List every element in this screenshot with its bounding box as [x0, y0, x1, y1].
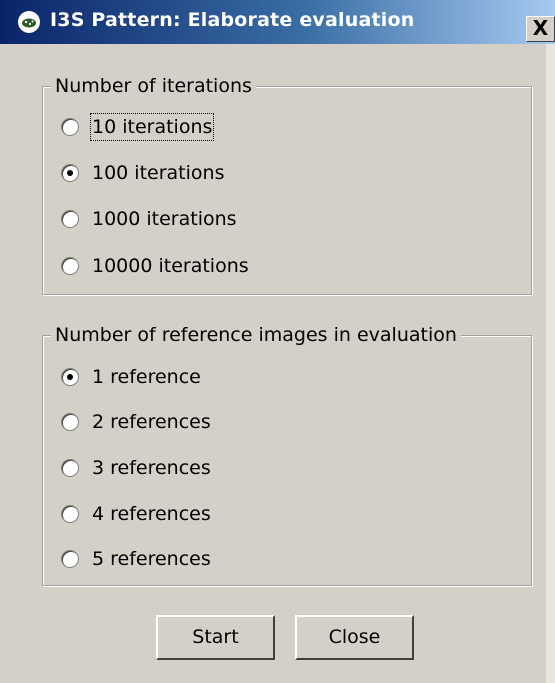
dialog-window: I3S Pattern: Elaborate evaluation X Numb…: [0, 0, 555, 683]
radio-label[interactable]: 4 references: [92, 502, 211, 526]
radio-button[interactable]: [61, 459, 79, 477]
radio-button[interactable]: [61, 505, 79, 523]
radio-2-references[interactable]: 2 references: [61, 409, 211, 435]
radio-1-reference[interactable]: 1 reference: [61, 364, 201, 390]
close-window-button[interactable]: X: [526, 16, 555, 42]
radio-button[interactable]: [61, 210, 79, 228]
radio-label[interactable]: 10 iterations: [89, 113, 215, 141]
radio-label[interactable]: 1000 iterations: [92, 207, 237, 231]
radio-button[interactable]: [61, 118, 79, 136]
radio-label[interactable]: 1 reference: [92, 365, 201, 389]
references-group: Number of reference images in evaluation…: [42, 323, 532, 586]
radio-label[interactable]: 5 references: [92, 547, 211, 571]
window-title: I3S Pattern: Elaborate evaluation: [50, 9, 415, 31]
radio-5-references[interactable]: 5 references: [61, 546, 211, 572]
radio-label[interactable]: 3 references: [92, 456, 211, 480]
radio-label[interactable]: 10000 iterations: [92, 254, 249, 278]
radio-button[interactable]: [61, 550, 79, 568]
app-icon: [18, 11, 40, 33]
title-bar[interactable]: I3S Pattern: Elaborate evaluation: [0, 0, 555, 44]
iterations-group-title: Number of iterations: [51, 74, 256, 98]
radio-10000-iterations[interactable]: 10000 iterations: [61, 253, 249, 279]
radio-100-iterations[interactable]: 100 iterations: [61, 160, 224, 186]
radio-button-selected[interactable]: [61, 368, 79, 386]
iterations-group: Number of iterations 10 iterations 100 i…: [42, 74, 532, 295]
radio-button-selected[interactable]: [61, 164, 79, 182]
close-button[interactable]: Close: [295, 615, 414, 660]
references-group-title: Number of reference images in evaluation: [51, 323, 461, 347]
radio-10-iterations[interactable]: 10 iterations: [61, 113, 215, 141]
radio-1000-iterations[interactable]: 1000 iterations: [61, 206, 237, 232]
radio-label[interactable]: 2 references: [92, 410, 211, 434]
window-edge: [546, 44, 555, 683]
radio-3-references[interactable]: 3 references: [61, 455, 211, 481]
radio-button[interactable]: [61, 413, 79, 431]
radio-label[interactable]: 100 iterations: [92, 161, 224, 185]
start-button[interactable]: Start: [156, 615, 275, 660]
radio-4-references[interactable]: 4 references: [61, 501, 211, 527]
radio-button[interactable]: [61, 257, 79, 275]
